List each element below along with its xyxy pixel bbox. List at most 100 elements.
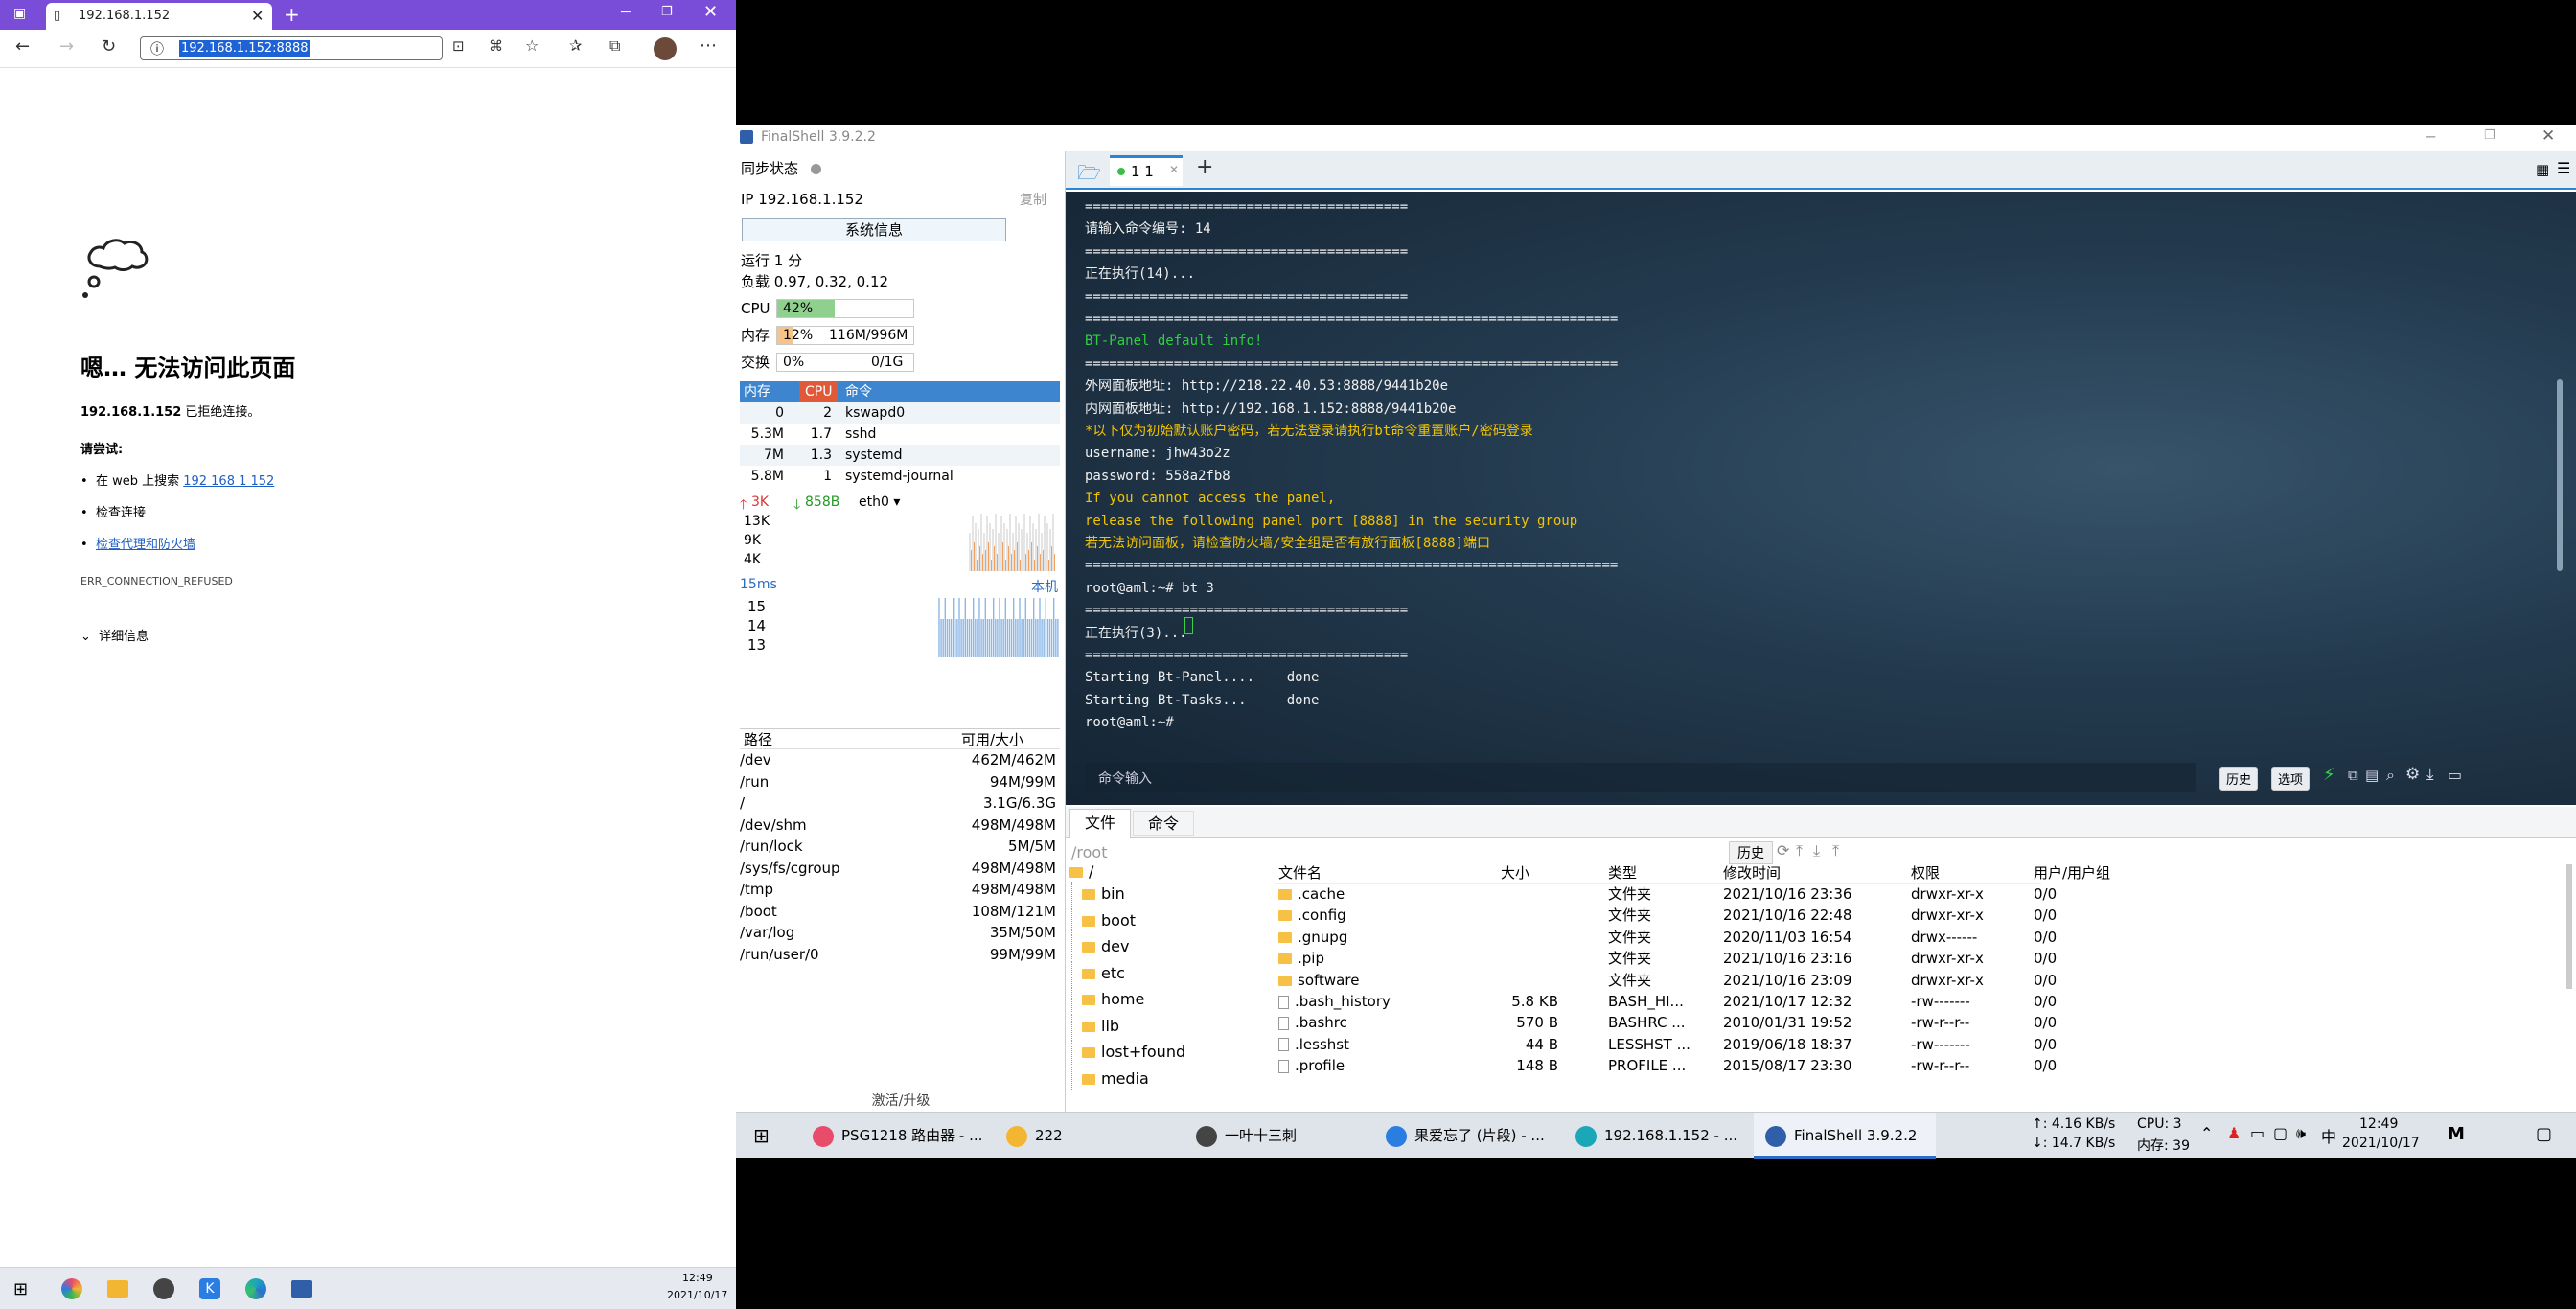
new-tab-icon[interactable]: + xyxy=(284,3,300,26)
maximize-terminal-icon[interactable]: ▭ xyxy=(2448,766,2462,784)
tree-item[interactable]: etc xyxy=(1071,960,1125,986)
close-icon[interactable]: ✕ xyxy=(703,2,718,22)
address-input[interactable]: ⓘ 192.168.1.152:8888 xyxy=(140,36,443,60)
paste-icon[interactable]: ▤ xyxy=(2365,767,2379,784)
tree-item[interactable]: lost+found xyxy=(1071,1040,1185,1065)
file-col-header[interactable]: 文件名 xyxy=(1278,862,1322,884)
volume-icon[interactable]: 🕪 xyxy=(2296,1124,2306,1143)
file-row[interactable]: .profile 148 B PROFILE ... 2015/08/17 23:30… xyxy=(1275,1055,2057,1076)
file-col-header[interactable]: 类型 xyxy=(1608,862,1637,884)
tree-item[interactable]: dev xyxy=(1071,934,1129,959)
gear-icon[interactable]: ⚙ xyxy=(2405,765,2420,784)
tree-item[interactable]: lib xyxy=(1071,1013,1119,1039)
file-row[interactable]: .cache 文件夹 2021/10/16 23:36 drwxr-xr-x 0/0 xyxy=(1275,884,2057,905)
minimize-icon[interactable]: ─ xyxy=(621,3,631,21)
download-icon[interactable]: ⤓ xyxy=(2426,765,2434,784)
copy-icon[interactable]: ⧉ xyxy=(2348,767,2358,784)
input-method-icon[interactable]: M xyxy=(2448,1124,2465,1144)
process-row[interactable]: 5.8M 1 systemd-journal xyxy=(740,466,1060,487)
music-app-icon[interactable]: K xyxy=(199,1278,220,1299)
tree-root[interactable]: / xyxy=(1070,862,1093,881)
restore-icon[interactable]: ❐ xyxy=(2484,128,2496,143)
tree-item[interactable]: media xyxy=(1071,1066,1149,1091)
file-row[interactable]: .bash_history 5.8 KB BASH_HI... 2021/10/17 … xyxy=(1275,991,2057,1012)
disk-row[interactable]: /dev/shm 498M/498M xyxy=(740,815,1060,837)
session-tab[interactable]: 1 1 ✕ xyxy=(1110,155,1183,186)
col-cpu[interactable]: CPU xyxy=(799,381,839,402)
disk-row[interactable]: /run/user/0 99M/99M xyxy=(740,944,1060,966)
file-col-header[interactable]: 大小 xyxy=(1501,862,1530,884)
check-proxy-link[interactable]: 检查代理和防火墙 xyxy=(96,538,196,552)
taskbar-item[interactable]: 222 xyxy=(995,1113,1177,1159)
tree-item[interactable]: home xyxy=(1071,987,1144,1012)
disk-row[interactable]: /run 94M/99M xyxy=(740,771,1060,793)
file-row[interactable]: software 文件夹 2021/10/16 23:09 drwxr-xr-x 0/0 xyxy=(1275,970,2057,991)
tab-actions-icon[interactable]: ▣ xyxy=(13,6,26,21)
file-col-header[interactable]: 修改时间 xyxy=(1723,862,1781,884)
favorite-icon[interactable]: ☆ xyxy=(525,36,539,55)
tab-commands[interactable]: 命令 xyxy=(1133,811,1194,836)
path-input[interactable]: /root xyxy=(1071,843,1107,861)
taskbar-item[interactable]: PSG1218 路由器 - ... xyxy=(801,1113,983,1159)
file-row[interactable]: .config 文件夹 2021/10/16 22:48 drwxr-xr-x 0/0 xyxy=(1275,905,2057,926)
lightning-icon[interactable]: ⚡ xyxy=(2323,765,2335,785)
windows-start-icon[interactable]: ⊞ xyxy=(753,1124,770,1147)
taskbar-item[interactable]: 一叶十三刺 xyxy=(1184,1113,1367,1159)
battery-icon[interactable]: ▭ xyxy=(2250,1124,2265,1142)
col-cmd[interactable]: 命令 xyxy=(845,381,872,402)
network-icon[interactable]: ▢ xyxy=(2273,1124,2288,1142)
grid-view-icon[interactable]: ▦ xyxy=(2536,161,2549,178)
download-file-icon[interactable]: ⤓ xyxy=(1813,841,1820,861)
disk-row[interactable]: /sys/fs/cgroup 498M/498M xyxy=(740,858,1060,880)
disk-row[interactable]: /run/lock 5M/5M xyxy=(740,836,1060,858)
restore-icon[interactable]: ❐ xyxy=(661,5,673,19)
folder-open-icon[interactable]: 🗁 xyxy=(1077,159,1101,192)
avatar-app-icon[interactable] xyxy=(153,1278,174,1299)
file-row[interactable]: .pip 文件夹 2021/10/16 23:16 drwxr-xr-x 0/0 xyxy=(1275,948,2057,969)
ping-host[interactable]: 本机 xyxy=(1031,577,1058,596)
file-scrollbar[interactable] xyxy=(2566,864,2572,989)
terminal-scrollbar[interactable] xyxy=(2557,379,2563,571)
apps-icon[interactable]: ⌘ xyxy=(489,37,503,55)
col-size[interactable]: 可用/大小 xyxy=(954,729,1024,750)
col-mem[interactable]: 内存 xyxy=(744,381,770,402)
copy-ip-button[interactable]: 复制 xyxy=(1020,190,1046,209)
process-row[interactable]: 7M 1.3 systemd xyxy=(740,445,1060,466)
chevron-up-icon[interactable]: ⌃ xyxy=(2200,1124,2213,1142)
file-row[interactable]: .lesshst 44 B LESSHST ... 2019/06/18 18:37 -… xyxy=(1275,1034,2057,1055)
close-icon[interactable]: ✕ xyxy=(2542,126,2555,146)
avatar[interactable] xyxy=(654,37,677,60)
favorites-icon[interactable]: ✰ xyxy=(569,36,582,55)
add-tab-icon[interactable]: + xyxy=(1196,155,1213,179)
command-input[interactable]: 命令输入 xyxy=(1085,763,2196,792)
sysinfo-button[interactable]: 系统信息 xyxy=(742,218,1006,241)
options-button[interactable]: 选项 xyxy=(2271,767,2311,791)
process-row[interactable]: 0 2 kswapd0 xyxy=(740,402,1060,424)
history-button[interactable]: 历史 xyxy=(2220,767,2259,791)
file-row[interactable]: .bashrc 570 B BASHRC ... 2010/01/31 19:52 -r… xyxy=(1275,1012,2057,1033)
tab-close-icon[interactable]: ✕ xyxy=(1169,163,1179,176)
search-icon[interactable]: ⌕ xyxy=(2386,766,2395,785)
disk-row[interactable]: / 3.1G/6.3G xyxy=(740,792,1060,815)
back-icon[interactable]: ← xyxy=(15,36,30,57)
refresh-icon[interactable]: ↻ xyxy=(102,36,116,57)
tab-files[interactable]: 文件 xyxy=(1070,809,1131,838)
file-row[interactable]: .gnupg 文件夹 2020/11/03 16:54 drwx------ 0/0 xyxy=(1275,927,2057,948)
finalshell-icon[interactable] xyxy=(291,1280,312,1298)
disk-row[interactable]: /boot 108M/121M xyxy=(740,901,1060,923)
disk-row[interactable]: /var/log 35M/50M xyxy=(740,922,1060,944)
file-col-header[interactable]: 用户/用户组 xyxy=(2034,862,2110,884)
file-col-header[interactable]: 权限 xyxy=(1911,862,1940,884)
color-app-icon[interactable] xyxy=(61,1278,82,1299)
process-row[interactable]: 5.3M 1.7 sshd xyxy=(740,424,1060,445)
windows-icon[interactable]: ⊞ xyxy=(13,1279,28,1299)
taskbar-item[interactable]: 果爱忘了 (片段) - ... xyxy=(1374,1113,1556,1159)
edge-icon[interactable] xyxy=(245,1278,266,1299)
folder-icon[interactable] xyxy=(107,1280,128,1298)
tab-close-icon[interactable]: ✕ xyxy=(251,7,264,25)
taskbar-item[interactable]: 192.168.1.152 - ... xyxy=(1564,1113,1746,1159)
upload-file-icon[interactable]: ⤒ xyxy=(1832,841,1839,861)
col-path[interactable]: 路径 xyxy=(744,729,772,750)
net-iface-select[interactable]: eth0 ▾ xyxy=(859,494,900,510)
activate-link[interactable]: 激活/升级 xyxy=(736,1091,1066,1110)
